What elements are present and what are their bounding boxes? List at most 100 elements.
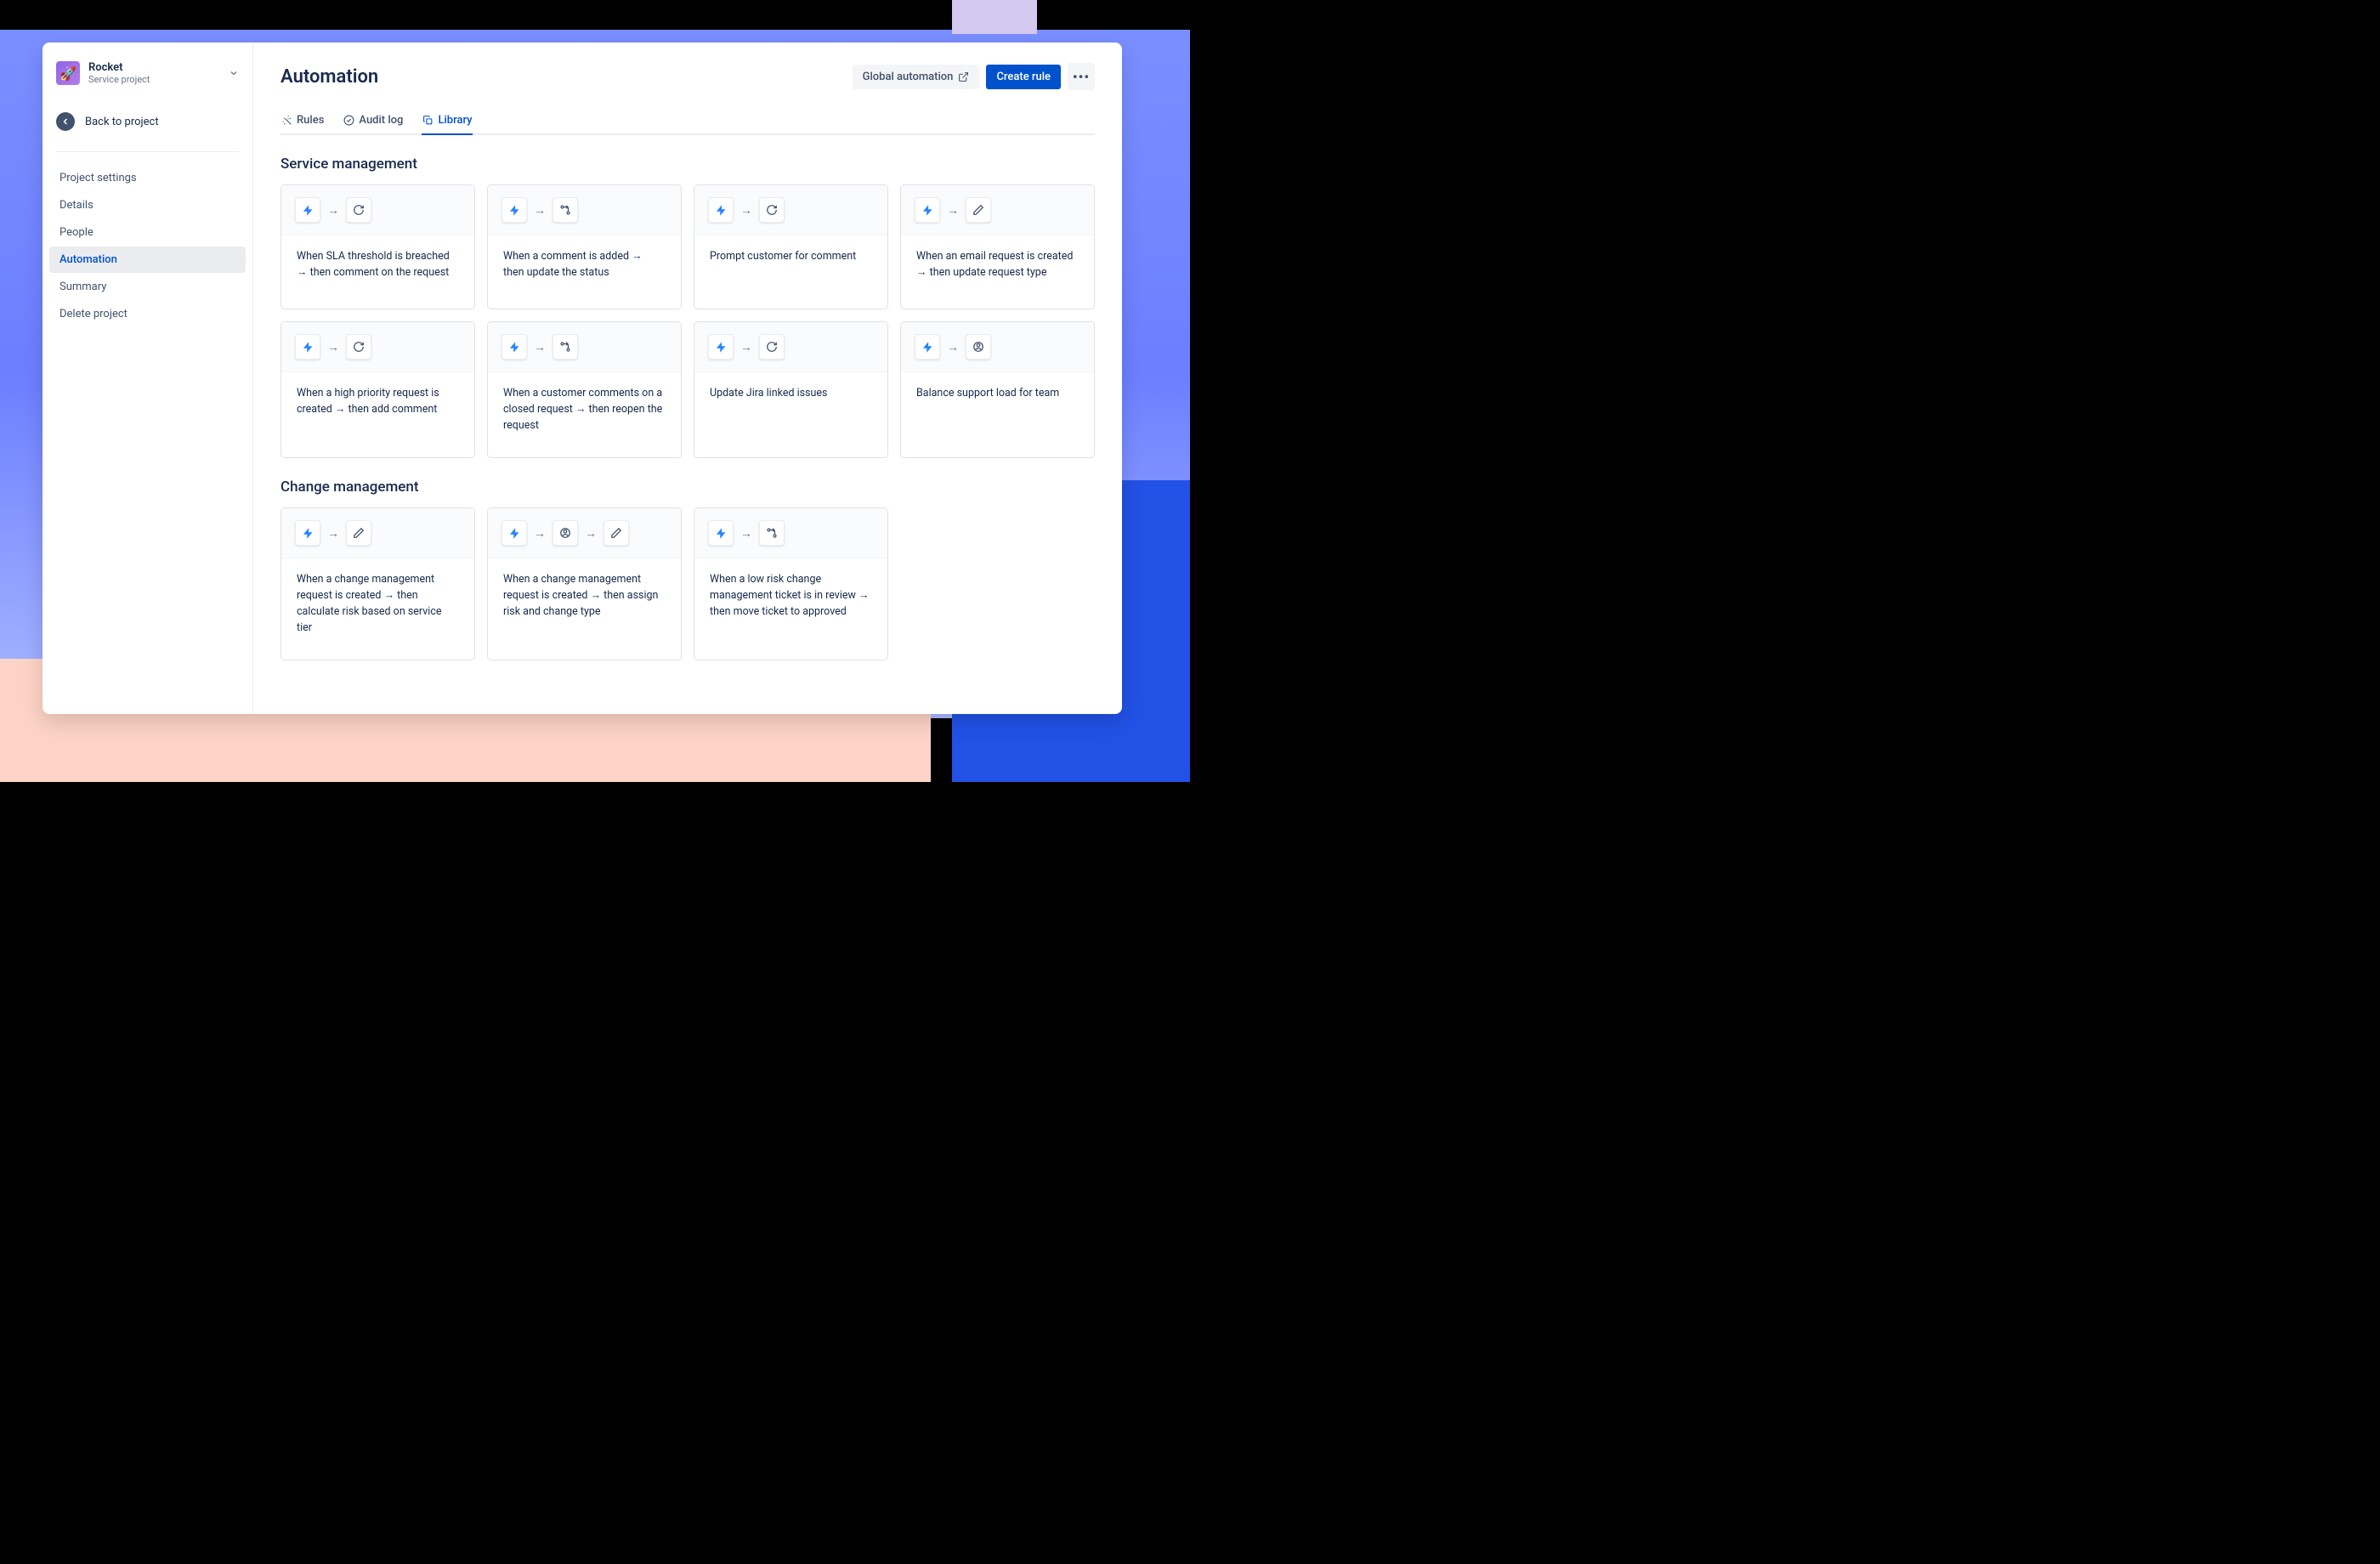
more-icon: ••• — [1073, 69, 1090, 85]
sidebar-item-project-settings[interactable]: Project settings — [49, 165, 246, 191]
arrow-right-icon: → — [534, 340, 546, 354]
nav-list: Project settingsDetailsPeopleAutomationS… — [49, 164, 246, 328]
bolt-icon — [708, 520, 734, 546]
card-body: When a change management request is crea… — [488, 558, 681, 643]
card-head: → — [488, 322, 681, 372]
divider — [56, 151, 239, 152]
refresh-icon — [346, 197, 371, 223]
card-head: → — [694, 322, 887, 372]
sidebar-item-details[interactable]: Details — [49, 192, 246, 218]
tab-label: Library — [438, 114, 472, 127]
sidebar-item-delete-project[interactable]: Delete project — [49, 301, 246, 327]
automation-template-card[interactable]: →→When a change management request is cr… — [487, 507, 682, 660]
refresh-icon — [346, 334, 371, 360]
main-content: Automation Global automation Create rule… — [253, 42, 1122, 714]
branch-icon — [759, 520, 785, 546]
card-head: → — [281, 508, 474, 558]
card-text: When a high priority request is created … — [297, 386, 459, 418]
automation-template-card[interactable]: → When a low risk change management ticke… — [694, 507, 888, 660]
automation-template-card[interactable]: → Prompt customer for comment — [694, 184, 888, 309]
bolt-icon — [295, 520, 320, 546]
card-text: When an email request is created → then … — [916, 249, 1079, 281]
project-name: Rocket — [88, 61, 150, 74]
automation-template-card[interactable]: → When an email request is created → then… — [900, 184, 1095, 309]
wand-icon — [280, 115, 292, 127]
automation-template-card[interactable]: →Update Jira linked issues — [694, 321, 888, 458]
automation-template-card[interactable]: → When a comment is added → then update t… — [487, 184, 682, 309]
bolt-icon — [502, 197, 527, 223]
bolt-icon — [295, 197, 320, 223]
automation-template-card[interactable]: → When SLA threshold is breached → then c… — [280, 184, 475, 309]
card-body: When a low risk change management ticket… — [694, 558, 887, 643]
automation-template-card[interactable]: → Balance support load for team — [900, 321, 1095, 458]
card-text: When a low risk change management ticket… — [710, 572, 872, 620]
automation-template-card[interactable]: → When a change management request is cre… — [280, 507, 475, 660]
card-body: When a customer comments on a closed req… — [488, 372, 681, 457]
card-text: When a comment is added → then update th… — [503, 249, 666, 281]
page-title: Automation — [280, 66, 378, 88]
back-to-project-link[interactable]: Back to project — [49, 104, 246, 139]
card-text: When a customer comments on a closed req… — [503, 386, 666, 434]
arrow-right-icon: → — [585, 526, 597, 541]
arrow-right-icon: → — [327, 340, 339, 354]
tab-label: Audit log — [359, 114, 403, 127]
tab-rules[interactable]: Rules — [280, 107, 324, 135]
card-body: Update Jira linked issues — [694, 372, 887, 445]
external-link-icon — [958, 71, 969, 82]
chevron-down-icon — [229, 68, 239, 78]
bolt-icon — [915, 197, 940, 223]
arrow-right-icon: → — [947, 340, 959, 354]
arrow-right-icon: → — [327, 203, 339, 218]
refresh-icon — [759, 197, 785, 223]
card-head: → — [281, 322, 474, 372]
sidebar-item-automation[interactable]: Automation — [49, 246, 246, 273]
tab-audit-log[interactable]: Audit log — [343, 107, 403, 135]
arrow-left-icon — [56, 112, 75, 131]
card-body: Prompt customer for comment — [694, 235, 887, 309]
arrow-right-icon: → — [740, 526, 752, 541]
card-head: → — [694, 508, 887, 558]
rocket-icon: 🚀 — [56, 61, 80, 85]
card-head: → — [281, 185, 474, 235]
card-body: When SLA threshold is breached → then co… — [281, 235, 474, 309]
card-head: →→ — [488, 508, 681, 558]
project-info: Rocket Service project — [88, 61, 150, 85]
sidebar-item-people[interactable]: People — [49, 219, 246, 246]
copy-icon — [422, 115, 434, 127]
tab-label: Rules — [297, 114, 324, 127]
automation-template-card[interactable]: → When a customer comments on a closed re… — [487, 321, 682, 458]
bolt-icon — [295, 334, 320, 360]
check-circle-icon — [343, 115, 354, 127]
card-head: → — [694, 185, 887, 235]
automation-template-card[interactable]: → When a high priority request is created… — [280, 321, 475, 458]
card-grid: → When SLA threshold is breached → then c… — [280, 184, 1095, 458]
button-label: Global automation — [863, 71, 954, 83]
refresh-icon — [759, 334, 785, 360]
arrow-right-icon: → — [327, 526, 339, 541]
branch-icon — [552, 197, 578, 223]
button-label: Create rule — [996, 71, 1051, 83]
arrow-right-icon: → — [534, 526, 546, 541]
bolt-icon — [708, 197, 734, 223]
pencil-icon — [346, 520, 371, 546]
arrow-right-icon: → — [534, 203, 546, 218]
sections-container: Service management→When SLA threshold is… — [280, 156, 1095, 660]
global-automation-button[interactable]: Global automation — [853, 65, 980, 89]
arrow-right-icon: → — [740, 203, 752, 218]
card-body: When a high priority request is created … — [281, 372, 474, 445]
tabs: Rules Audit log Library — [280, 105, 1095, 135]
sidebar-item-summary[interactable]: Summary — [49, 274, 246, 300]
arrow-right-icon: → — [947, 203, 959, 218]
more-actions-button[interactable]: ••• — [1068, 63, 1095, 90]
project-switcher[interactable]: 🚀 Rocket Service project — [49, 56, 246, 90]
card-text: When SLA threshold is breached → then co… — [297, 249, 459, 281]
card-text: When a change management request is crea… — [503, 572, 666, 620]
card-body: When a change management request is crea… — [281, 558, 474, 660]
sidebar: 🚀 Rocket Service project Back to project… — [42, 42, 253, 714]
tab-library[interactable]: Library — [422, 107, 472, 135]
bolt-icon — [708, 334, 734, 360]
card-text: Balance support load for team — [916, 386, 1079, 402]
card-text: Prompt customer for comment — [710, 249, 872, 265]
card-head: → — [488, 185, 681, 235]
create-rule-button[interactable]: Create rule — [986, 65, 1061, 89]
